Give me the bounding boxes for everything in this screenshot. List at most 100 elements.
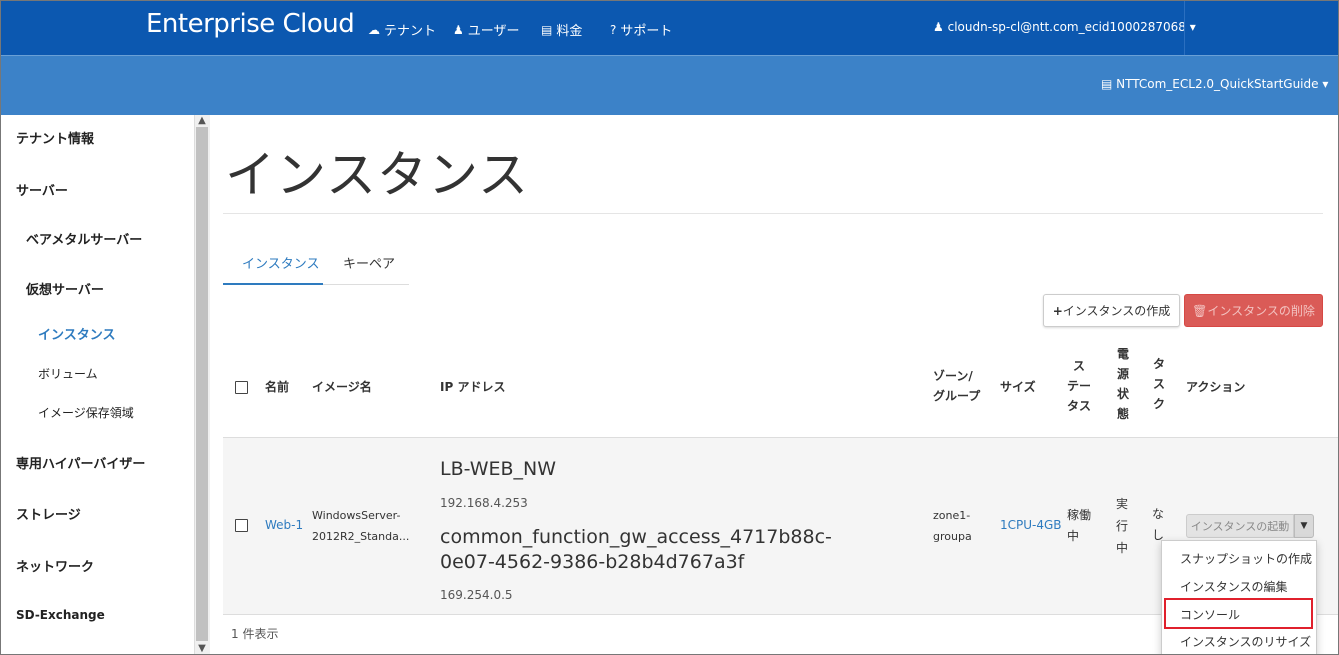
- create-instance-label: インスタンスの作成: [1062, 304, 1171, 318]
- network-name: common_function_gw_access_4717b88c- 0e07…: [440, 525, 832, 575]
- col-header-status-char: テー: [1066, 379, 1091, 393]
- col-header-status-char: タス: [1066, 399, 1091, 413]
- trash-icon: 🗑: [1192, 303, 1208, 318]
- sidebar-item-sd-exchange[interactable]: SD-Exchange: [16, 608, 105, 622]
- user-icon: ♟: [933, 20, 944, 34]
- select-all-checkbox[interactable]: [235, 381, 248, 394]
- instance-zone: zone1- groupa: [933, 505, 972, 547]
- caret-down-icon: ▾: [1189, 20, 1196, 34]
- sidebar-item-tenant-info[interactable]: テナント情報: [16, 128, 94, 147]
- caret-down-icon: ▾: [1322, 77, 1329, 91]
- col-header-task-char: ス: [1152, 377, 1165, 391]
- sidebar-item-instances[interactable]: インスタンス: [38, 324, 115, 343]
- col-header-power-char: 源: [1116, 367, 1129, 381]
- sidebar-item-image-storage[interactable]: イメージ保存領域: [38, 404, 134, 421]
- brand-logo[interactable]: Enterprise Cloud: [146, 9, 355, 39]
- menu-item-resize-instance[interactable]: インスタンスのリサイズ: [1180, 633, 1311, 650]
- col-header-zone[interactable]: ゾーン/ グループ: [933, 366, 980, 406]
- instance-status-line2: 中: [1067, 529, 1080, 543]
- instance-name-link[interactable]: Web-1: [265, 515, 303, 536]
- delete-instance-button[interactable]: 🗑 インスタンスの削除: [1184, 294, 1323, 327]
- user-icon: ♟: [453, 22, 464, 37]
- question-circle-icon: ?: [610, 22, 617, 37]
- nav-user-label: ユーザー: [467, 24, 520, 39]
- scroll-down-icon[interactable]: ▼: [195, 643, 209, 654]
- col-header-image[interactable]: イメージ名: [312, 377, 372, 397]
- tab-instances[interactable]: インスタンス: [242, 253, 319, 272]
- sidebar-item-dedicated-hypervisor[interactable]: 専用ハイパーバイザー: [16, 453, 145, 472]
- instance-power-state: 実 行 中: [1116, 493, 1128, 559]
- col-header-status-char: ス: [1072, 359, 1085, 373]
- col-header-power-char: 状: [1116, 387, 1129, 401]
- menu-item-edit-instance[interactable]: インスタンスの編集: [1180, 578, 1288, 595]
- user-menu[interactable]: ♟ cloudn-sp-cl@ntt.com_ecid1000287068 ▾: [933, 20, 1196, 34]
- col-header-task-char: タ: [1152, 357, 1165, 371]
- delete-instance-label: インスタンスの削除: [1207, 304, 1315, 318]
- sidebar-item-volumes[interactable]: ボリューム: [38, 365, 98, 382]
- tab-keypairs[interactable]: キーペア: [343, 253, 395, 272]
- start-instance-button[interactable]: インスタンスの起動: [1186, 514, 1294, 538]
- network-name-line2: 0e07-4562-9386-b28b4d767a3f: [440, 551, 745, 573]
- active-tab-indicator: [223, 283, 323, 285]
- sidebar: テナント情報 サーバー ベアメタルサーバー 仮想サーバー インスタンス ボリュー…: [1, 115, 211, 654]
- instance-zone-line2: groupa: [933, 530, 972, 543]
- col-header-size[interactable]: サイズ: [1000, 377, 1036, 397]
- nav-billing-label: 料金: [556, 24, 583, 39]
- top-navbar: Enterprise Cloud ☁ テナント ♟ ユーザー ▤ 料金 ? サポ…: [1, 1, 1338, 55]
- credit-card-icon: ▤: [541, 22, 553, 37]
- instance-image: WindowsServer- 2012R2_Standa...: [312, 505, 409, 547]
- col-header-zone-line2: グループ: [933, 389, 981, 403]
- nav-tenant-label: テナント: [384, 24, 437, 39]
- nav-tenant[interactable]: ☁ テナント: [368, 20, 437, 40]
- scroll-up-icon[interactable]: ▲: [195, 115, 209, 126]
- menu-item-create-snapshot[interactable]: スナップショットの作成: [1180, 550, 1312, 567]
- caret-down-icon: ▼: [1300, 521, 1308, 531]
- user-account-label: cloudn-sp-cl@ntt.com_ecid1000287068: [947, 20, 1186, 34]
- col-header-ip[interactable]: IP アドレス: [440, 377, 505, 397]
- nav-billing[interactable]: ▤ 料金: [541, 20, 583, 40]
- sidebar-item-storage[interactable]: ストレージ: [16, 504, 81, 523]
- network-name-line1: common_function_gw_access_4717b88c-: [440, 526, 832, 548]
- instance-image-line1: WindowsServer-: [312, 509, 401, 522]
- col-header-name[interactable]: 名前: [265, 377, 289, 397]
- instance-power-char: 中: [1116, 541, 1129, 555]
- sidebar-scroll-thumb[interactable]: [196, 127, 208, 641]
- sidebar-item-network[interactable]: ネットワーク: [16, 556, 94, 575]
- project-bar: ▤ NTTCom_ECL2.0_QuickStartGuide ▾: [1, 55, 1338, 115]
- instance-power-char: 行: [1116, 519, 1129, 533]
- col-header-power-state[interactable]: 電 源 状 態: [1113, 344, 1133, 424]
- col-header-power-char: 電: [1116, 347, 1129, 361]
- nav-user[interactable]: ♟ ユーザー: [453, 20, 520, 40]
- instance-status-line1: 稼働: [1067, 508, 1092, 522]
- row-checkbox[interactable]: [235, 519, 248, 532]
- page-title: インスタンス: [225, 146, 529, 204]
- instance-image-line2: 2012R2_Standa...: [312, 530, 410, 543]
- cloud-icon: ☁: [368, 22, 380, 37]
- action-menu-toggle[interactable]: ▼: [1294, 514, 1314, 538]
- item-count: 1 件表示: [231, 627, 279, 641]
- create-instance-button[interactable]: + インスタンスの作成: [1043, 294, 1180, 327]
- console-highlight-box: [1164, 598, 1313, 629]
- instance-power-char: 実: [1116, 497, 1129, 511]
- tab-divider: [323, 284, 409, 285]
- col-header-task[interactable]: タ ス ク: [1149, 354, 1169, 414]
- title-divider: [223, 213, 1323, 214]
- sidebar-item-server[interactable]: サーバー: [16, 180, 68, 199]
- plus-icon: +: [1052, 303, 1063, 318]
- instance-size-link[interactable]: 1CPU-4GB: [1000, 515, 1062, 536]
- col-header-power-char: 態: [1116, 407, 1129, 421]
- project-selector[interactable]: ▤ NTTCom_ECL2.0_QuickStartGuide ▾: [1101, 77, 1328, 91]
- nav-support[interactable]: ? サポート: [610, 20, 673, 40]
- navbar-divider: [1184, 1, 1185, 55]
- nav-support-label: サポート: [620, 24, 673, 39]
- sidebar-item-baremetal[interactable]: ベアメタルサーバー: [26, 229, 142, 248]
- table-icon: ▤: [1101, 77, 1113, 91]
- instance-zone-line1: zone1-: [933, 509, 971, 522]
- project-name: NTTCom_ECL2.0_QuickStartGuide: [1116, 77, 1319, 91]
- sidebar-item-virtual-server[interactable]: 仮想サーバー: [26, 279, 104, 298]
- app-frame: Enterprise Cloud ☁ テナント ♟ ユーザー ▤ 料金 ? サポ…: [0, 0, 1339, 655]
- col-header-task-char: ク: [1152, 397, 1165, 411]
- ip-address: 192.168.4.253: [440, 496, 528, 510]
- instance-task-line1: な: [1152, 507, 1165, 521]
- col-header-status[interactable]: ス テー タス: [1065, 356, 1093, 416]
